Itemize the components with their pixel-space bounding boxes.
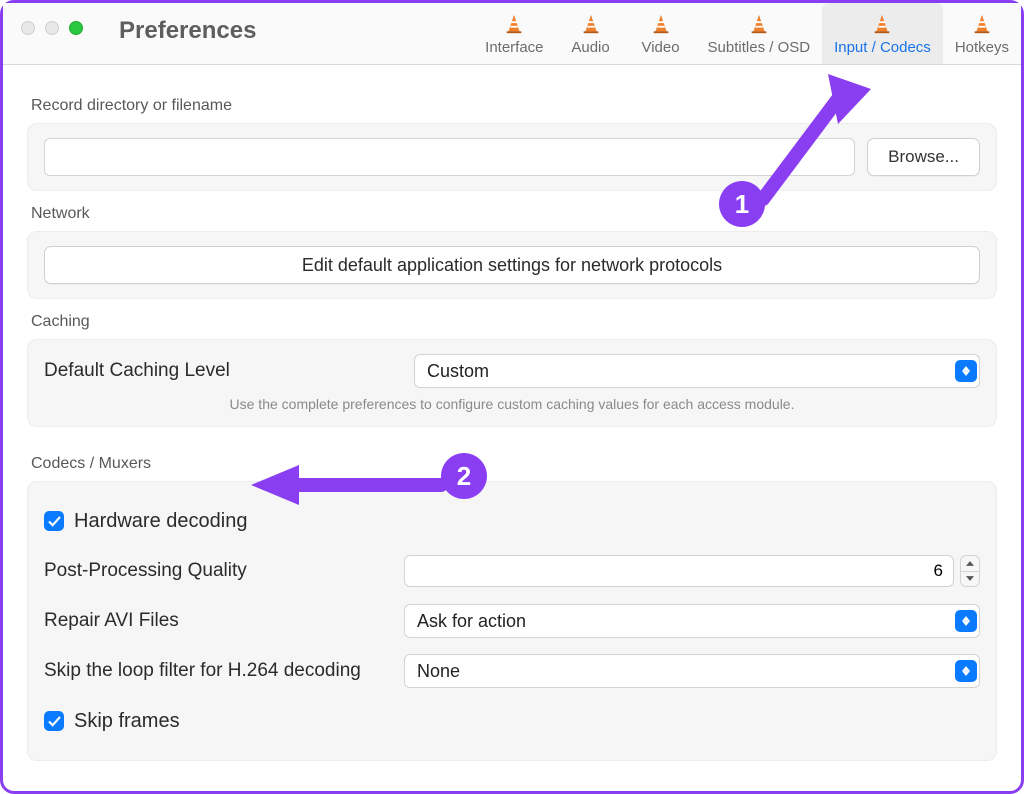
network-section-label: Network — [31, 205, 997, 223]
ppq-stepper[interactable] — [960, 555, 980, 587]
tab-label: Audio — [571, 39, 609, 56]
annotation-badge-1: 1 — [719, 181, 765, 227]
content: Record directory or filename Browse... N… — [3, 65, 1021, 761]
edit-network-button[interactable]: Edit default application settings for ne… — [44, 246, 980, 284]
repair-avi-value: Ask for action — [417, 611, 526, 632]
hardware-decoding-label: Hardware decoding — [74, 510, 247, 533]
tab-input-codecs[interactable]: Input / Codecs — [822, 3, 943, 64]
cone-icon — [748, 13, 770, 35]
tab-label: Interface — [485, 39, 543, 56]
cone-icon — [650, 13, 672, 35]
tab-interface[interactable]: Interface — [473, 3, 555, 64]
close-window-icon[interactable] — [21, 21, 35, 35]
chevron-updown-icon — [955, 660, 977, 682]
codecs-panel: Hardware decoding Post-Processing Qualit… — [27, 481, 997, 761]
annotation-badge-2: 2 — [441, 453, 487, 499]
cone-icon — [871, 13, 893, 35]
skip-frames-checkbox[interactable]: Skip frames — [44, 710, 180, 733]
cone-icon — [503, 13, 525, 35]
ppq-input[interactable] — [404, 555, 954, 587]
zoom-window-icon[interactable] — [69, 21, 83, 35]
hardware-decoding-checkbox[interactable]: Hardware decoding — [44, 510, 247, 533]
tab-video[interactable]: Video — [626, 3, 696, 64]
codecs-section-label: Codecs / Muxers — [31, 455, 997, 473]
caching-level-value: Custom — [427, 361, 489, 382]
tab-subtitles[interactable]: Subtitles / OSD — [696, 3, 823, 64]
network-panel: Edit default application settings for ne… — [27, 231, 997, 299]
repair-avi-label: Repair AVI Files — [44, 610, 404, 632]
caching-level-select[interactable]: Custom — [414, 354, 980, 388]
skip-frames-label: Skip frames — [74, 710, 180, 733]
record-section-label: Record directory or filename — [31, 97, 997, 115]
skiploop-label: Skip the loop filter for H.264 decoding — [44, 660, 404, 682]
window-controls — [3, 3, 83, 35]
record-path-input[interactable] — [44, 138, 855, 176]
tab-label: Subtitles / OSD — [708, 39, 811, 56]
cone-icon — [971, 13, 993, 35]
chevron-up-icon[interactable] — [961, 556, 979, 572]
checked-icon — [44, 511, 64, 531]
chevron-updown-icon — [955, 360, 977, 382]
preferences-tabs: Interface Audio Video Subtitles / OSD In… — [473, 3, 1021, 64]
titlebar: Preferences Interface Audio Video Subtit… — [3, 3, 1021, 65]
tab-label: Input / Codecs — [834, 39, 931, 56]
repair-avi-select[interactable]: Ask for action — [404, 604, 980, 638]
tab-label: Video — [641, 39, 679, 56]
window-title: Preferences — [83, 3, 256, 45]
skiploop-value: None — [417, 661, 460, 682]
minimize-window-icon[interactable] — [45, 21, 59, 35]
chevron-down-icon[interactable] — [961, 572, 979, 587]
caching-help-text: Use the complete preferences to configur… — [44, 396, 980, 412]
chevron-updown-icon — [955, 610, 977, 632]
browse-button[interactable]: Browse... — [867, 138, 980, 176]
checked-icon — [44, 711, 64, 731]
caching-level-label: Default Caching Level — [44, 360, 394, 382]
ppq-label: Post-Processing Quality — [44, 560, 404, 582]
tab-label: Hotkeys — [955, 39, 1009, 56]
cone-icon — [580, 13, 602, 35]
skiploop-select[interactable]: None — [404, 654, 980, 688]
record-panel: Browse... — [27, 123, 997, 191]
caching-panel: Default Caching Level Custom Use the com… — [27, 339, 997, 427]
tab-audio[interactable]: Audio — [556, 3, 626, 64]
caching-section-label: Caching — [31, 313, 997, 331]
tab-hotkeys[interactable]: Hotkeys — [943, 3, 1021, 64]
